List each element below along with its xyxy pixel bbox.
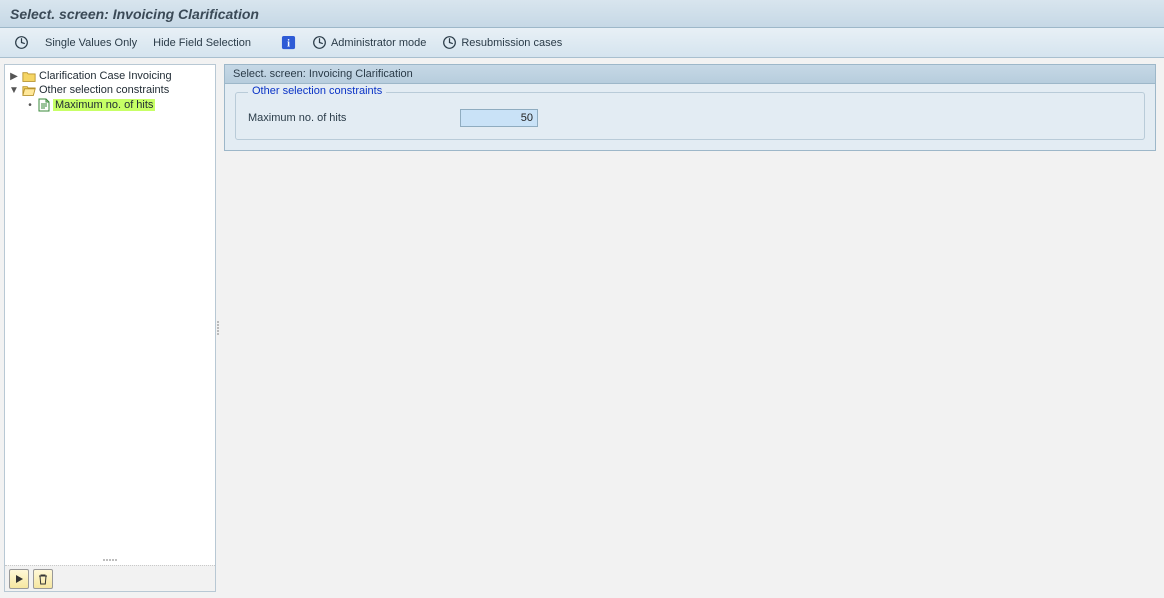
folder-closed-icon: [22, 70, 36, 82]
delete-button[interactable]: [33, 569, 53, 589]
svg-text:i: i: [287, 38, 290, 49]
tree-label: Other selection constraints: [39, 84, 169, 96]
toolbar-label: Single Values Only: [45, 37, 137, 49]
toolbar-label: Resubmission cases: [461, 37, 562, 49]
tree-footer: [5, 565, 215, 591]
form-panel: Select. screen: Invoicing Clarification …: [224, 64, 1156, 151]
max-hits-input[interactable]: [460, 109, 538, 127]
bullet-icon: •: [25, 100, 35, 111]
info-button[interactable]: i: [275, 33, 302, 52]
execute-button[interactable]: [8, 33, 35, 52]
info-icon: i: [281, 35, 296, 50]
hide-field-selection-button[interactable]: Hide Field Selection: [147, 35, 257, 51]
tree: ▶ Clarification Case Invoicing ▼ Other s…: [5, 65, 215, 565]
tree-panel: ▶ Clarification Case Invoicing ▼ Other s…: [4, 64, 216, 592]
page-title: Select. screen: Invoicing Clarification: [10, 6, 259, 22]
field-label: Maximum no. of hits: [248, 112, 448, 124]
panel-header: Select. screen: Invoicing Clarification: [225, 65, 1155, 84]
administrator-mode-button[interactable]: Administrator mode: [306, 33, 432, 52]
group-title: Other selection constraints: [248, 85, 386, 97]
toolbar-label: Hide Field Selection: [153, 37, 251, 49]
main-area: Select. screen: Invoicing Clarification …: [224, 64, 1156, 592]
tree-label: Maximum no. of hits: [53, 99, 155, 111]
folder-open-icon: [22, 84, 36, 96]
toolbar-label: Administrator mode: [331, 37, 426, 49]
single-values-button[interactable]: Single Values Only: [39, 35, 143, 51]
clock-icon: [312, 35, 327, 50]
resize-grip-icon[interactable]: [217, 321, 219, 335]
resize-grip-icon[interactable]: [90, 559, 130, 563]
play-button[interactable]: [9, 569, 29, 589]
title-bar: Select. screen: Invoicing Clarification: [0, 0, 1164, 28]
play-icon: [13, 573, 25, 585]
tree-node-clarification-case[interactable]: ▶ Clarification Case Invoicing: [7, 69, 213, 83]
group-other-constraints: Other selection constraints Maximum no. …: [235, 92, 1145, 140]
collapse-icon[interactable]: ▼: [9, 85, 19, 96]
clock-icon: [442, 35, 457, 50]
document-icon: [38, 98, 50, 112]
body: ▶ Clarification Case Invoicing ▼ Other s…: [0, 58, 1164, 596]
expand-icon[interactable]: ▶: [9, 71, 19, 82]
toolbar: Single Values Only Hide Field Selection …: [0, 28, 1164, 58]
tree-node-other-constraints[interactable]: ▼ Other selection constraints: [7, 83, 213, 97]
tree-label: Clarification Case Invoicing: [39, 70, 172, 82]
tree-node-max-hits[interactable]: • Maximum no. of hits: [7, 97, 213, 113]
form-row-max-hits: Maximum no. of hits: [248, 109, 1132, 127]
execute-clock-icon: [14, 35, 29, 50]
trash-icon: [37, 573, 49, 585]
resubmission-cases-button[interactable]: Resubmission cases: [436, 33, 568, 52]
